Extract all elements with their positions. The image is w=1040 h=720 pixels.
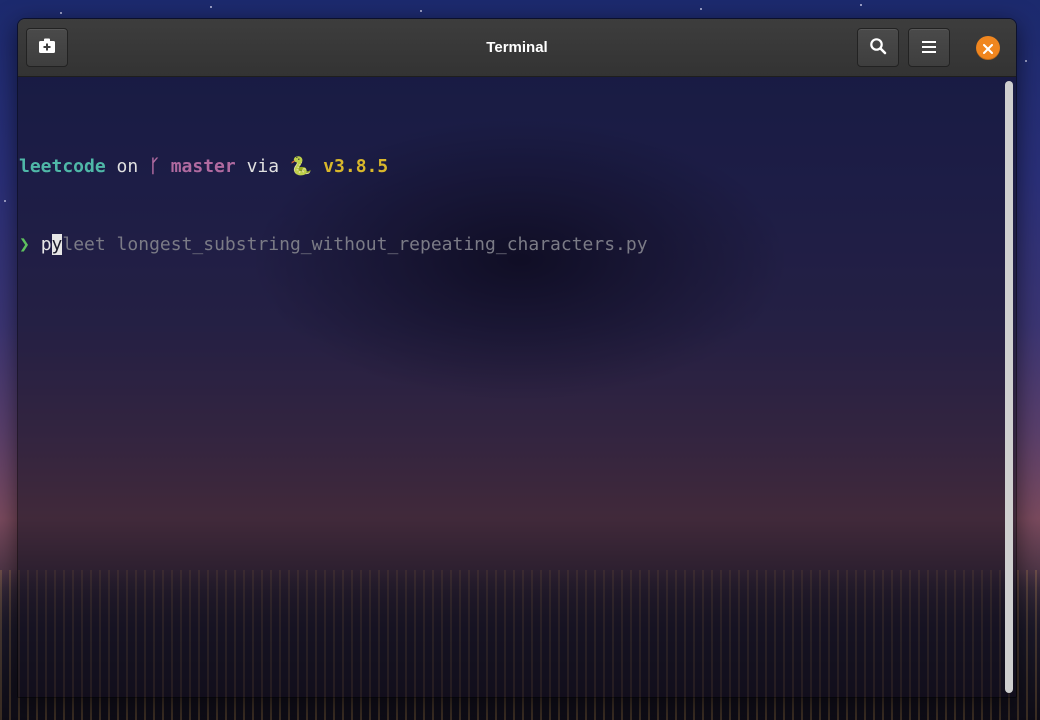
wallpaper-star [4, 200, 6, 202]
wallpaper-star [860, 4, 862, 6]
new-tab-button[interactable] [26, 28, 68, 67]
scrollbar[interactable] [1005, 81, 1013, 693]
hamburger-menu-icon [922, 38, 936, 57]
scrollbar-thumb[interactable] [1005, 81, 1013, 693]
menu-button[interactable] [908, 28, 950, 67]
prompt-info-line: leetcode on ᚴ master via 🐍 v3.8.5 [18, 154, 998, 180]
prompt-symbol: ❯ [19, 234, 30, 255]
wallpaper-star [60, 12, 62, 14]
desktop-wallpaper: Terminal leetcode on ᚴ master via 🐍 v3.8… [0, 0, 1040, 720]
wallpaper-star [210, 6, 212, 8]
new-tab-icon [38, 38, 56, 58]
search-button[interactable] [857, 28, 899, 67]
git-branch-name: master [159, 156, 236, 177]
current-directory: leetcode [19, 156, 106, 177]
wallpaper-star [1025, 60, 1027, 62]
python-version: v3.8.5 [312, 156, 389, 177]
wallpaper-star [700, 8, 702, 10]
typed-command: p [40, 234, 52, 255]
terminal-view[interactable]: leetcode on ᚴ master via 🐍 v3.8.5 ❯ pyle… [18, 77, 1016, 697]
prompt-spacer [30, 234, 41, 255]
on-label: on [105, 156, 150, 177]
close-icon [983, 39, 993, 58]
via-label: via [235, 156, 290, 177]
command-line[interactable]: ❯ pyleet longest_substring_without_repea… [18, 232, 998, 258]
python-icon: 🐍 [289, 156, 313, 177]
terminal-window: Terminal leetcode on ᚴ master via 🐍 v3.8… [17, 18, 1017, 698]
autosuggestion: leet longest_substring_without_repeating… [62, 234, 648, 255]
wallpaper-star [420, 10, 422, 12]
terminal-output[interactable]: leetcode on ᚴ master via 🐍 v3.8.5 ❯ pyle… [18, 77, 998, 697]
git-branch-icon: ᚴ [149, 156, 160, 177]
text-cursor: y [51, 234, 63, 255]
search-icon [869, 37, 887, 59]
close-window-button[interactable] [976, 36, 1000, 60]
header-bar: Terminal [18, 19, 1016, 77]
